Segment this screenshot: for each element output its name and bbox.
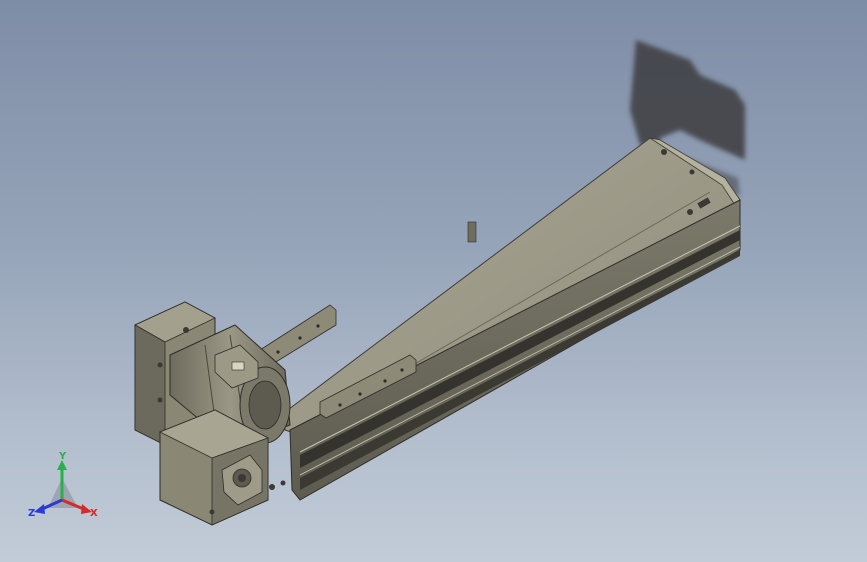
x-axis-label: X (90, 508, 98, 519)
3d-viewport[interactable]: Y X Z (0, 0, 867, 562)
cad-scene[interactable]: Y X Z (0, 0, 867, 562)
actuator-body[interactable] (284, 137, 741, 501)
z-axis-label: Z (28, 508, 35, 519)
servo-motor[interactable] (134, 301, 291, 526)
axis-triad[interactable]: Y X Z (28, 451, 98, 519)
cable-stub (467, 221, 477, 243)
y-axis-label: Y (58, 451, 67, 462)
